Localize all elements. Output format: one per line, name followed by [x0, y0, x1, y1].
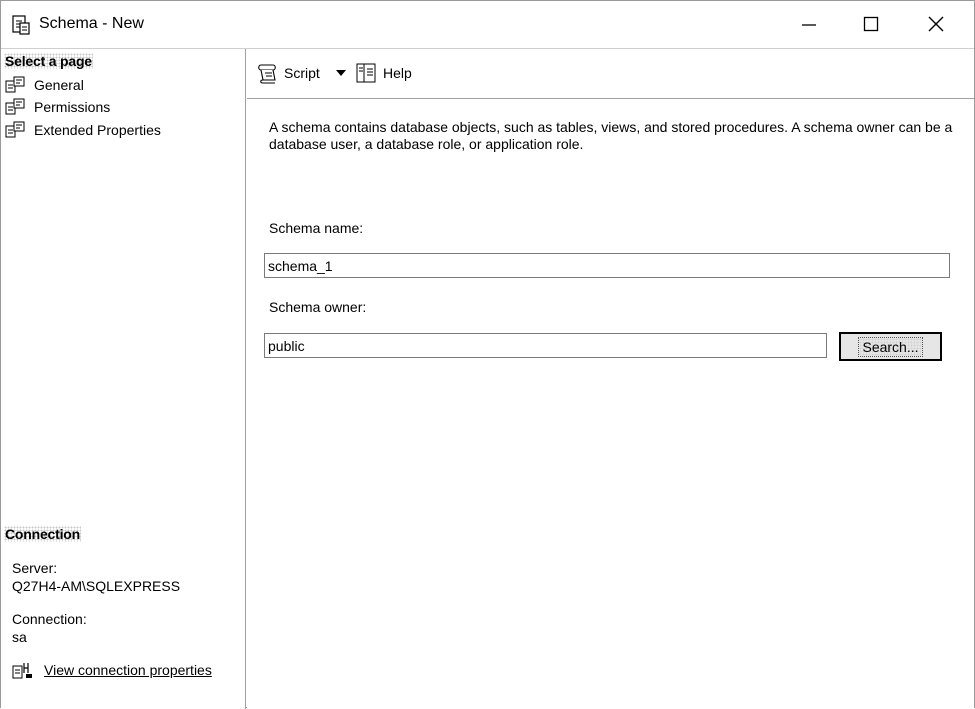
title-bar: Schema - New: [1, 1, 974, 49]
maximize-button[interactable]: [841, 1, 901, 47]
help-icon: [356, 63, 376, 83]
window-title: Schema - New: [39, 15, 144, 32]
schema-name-label: Schema name:: [269, 220, 364, 236]
connection-label: Connection:: [12, 611, 87, 627]
connection-properties-icon: [12, 663, 32, 679]
schema-description: A schema contains database objects, such…: [269, 119, 953, 152]
main-panel: Script Help A schema contains database o…: [247, 49, 974, 709]
script-icon: [258, 64, 276, 84]
server-label: Server:: [12, 560, 58, 576]
sidebar-item-label: General: [34, 77, 84, 93]
view-connection-properties-text[interactable]: View connection properties: [44, 662, 212, 678]
search-button[interactable]: Search...: [839, 332, 942, 361]
sidebar-item-permissions[interactable]: Permissions: [5, 97, 110, 117]
minimize-button[interactable]: [779, 1, 839, 47]
sidebar-item-extended-properties[interactable]: Extended Properties: [5, 120, 161, 140]
close-button[interactable]: [906, 1, 966, 47]
help-button[interactable]: Help: [355, 61, 412, 85]
schema-icon: [12, 15, 30, 35]
left-panel: Select a page General Permissions Extend…: [1, 49, 246, 709]
minimize-icon: [802, 24, 816, 26]
close-icon: [928, 16, 944, 32]
connection-value: sa: [12, 629, 27, 645]
page-icon: [5, 76, 25, 93]
toolbar: Script Help: [247, 49, 974, 99]
page-icon: [5, 121, 25, 138]
script-button[interactable]: Script: [256, 61, 320, 85]
sidebar-item-general[interactable]: General: [5, 75, 84, 95]
script-dropdown-button[interactable]: [335, 65, 347, 81]
chevron-down-icon: [336, 70, 346, 76]
maximize-icon: [863, 16, 879, 32]
sidebar-item-label: Permissions: [34, 99, 111, 115]
schema-dialog-window: Schema - New Select a page General Permi…: [0, 0, 975, 709]
schema-owner-input[interactable]: [264, 333, 827, 358]
view-connection-properties-link[interactable]: View connection properties: [12, 660, 212, 680]
connection-heading: Connection: [4, 526, 81, 542]
schema-name-input[interactable]: [264, 253, 950, 278]
script-label: Script: [284, 65, 320, 81]
select-page-heading: Select a page: [4, 53, 93, 69]
sidebar-item-label: Extended Properties: [34, 122, 161, 138]
help-label: Help: [383, 65, 412, 81]
server-value: Q27H4-AM\SQLEXPRESS: [12, 578, 181, 594]
page-icon: [5, 98, 25, 115]
schema-owner-label: Schema owner:: [269, 299, 367, 315]
search-button-label: Search...: [858, 336, 923, 357]
